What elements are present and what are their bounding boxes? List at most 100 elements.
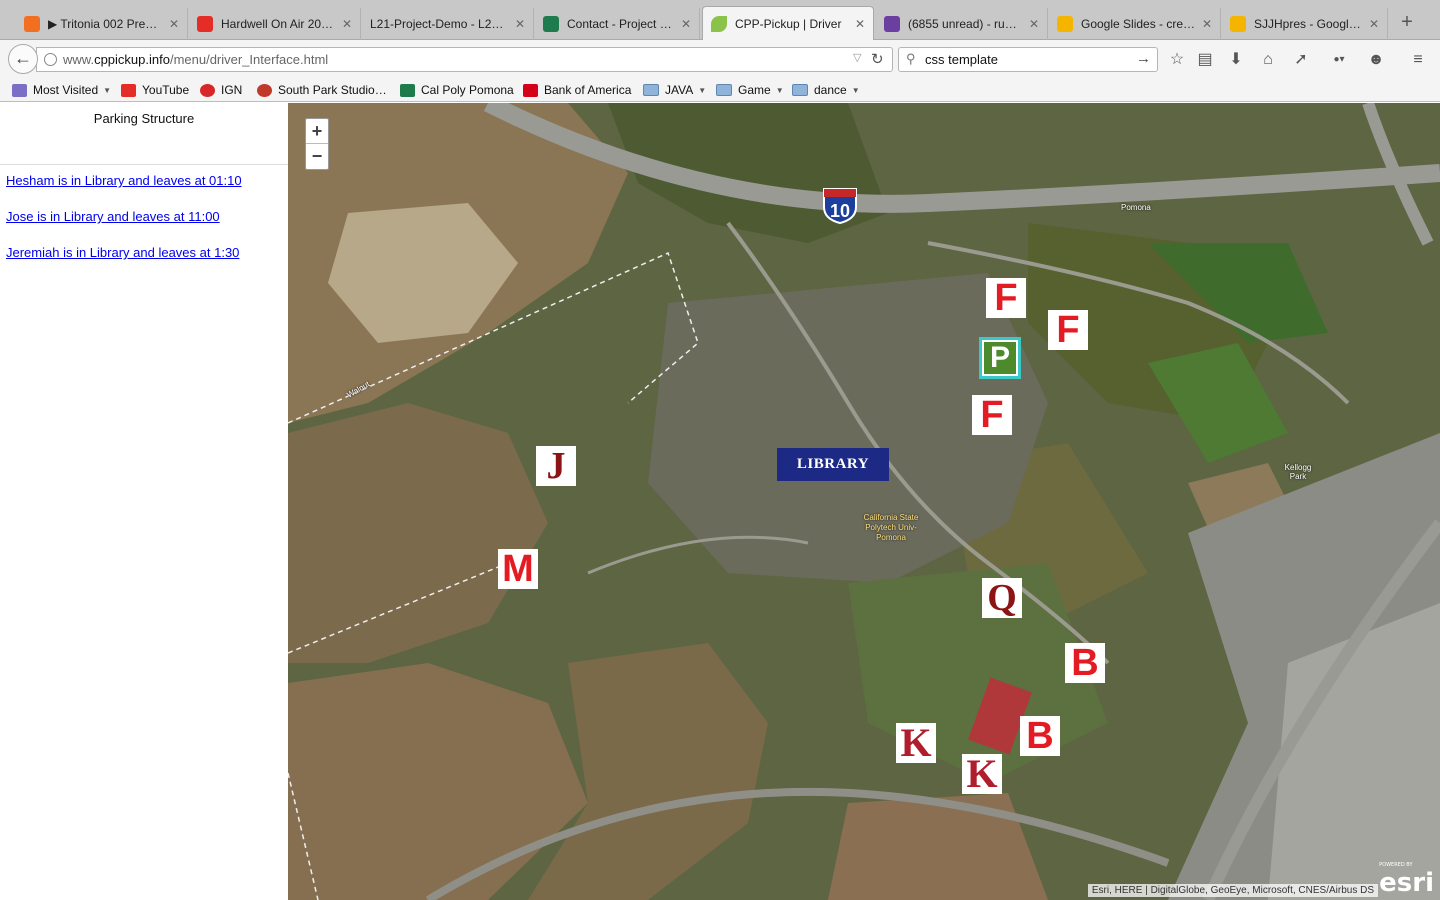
parking-lot-b-marker[interactable]: B xyxy=(1065,643,1105,683)
history-dropdown-icon[interactable]: ▽ xyxy=(853,51,861,64)
browser-tab[interactable]: SJJHpres - Google … ✕ xyxy=(1222,8,1388,40)
close-tab-icon[interactable]: ✕ xyxy=(1029,17,1039,31)
logo-caption: POWERED BY xyxy=(1379,862,1413,868)
close-tab-icon[interactable]: ✕ xyxy=(681,17,691,31)
close-tab-icon[interactable]: ✕ xyxy=(342,17,352,31)
parking-lot-f-marker[interactable]: F xyxy=(986,278,1026,318)
reload-icon[interactable]: ↻ xyxy=(871,50,884,68)
campus-map[interactable]: + − 10 Pomona Walnut Kellogg Park Califo… xyxy=(288,103,1440,900)
zoom-in-button[interactable]: + xyxy=(306,119,328,144)
close-tab-icon[interactable]: ✕ xyxy=(855,17,865,31)
driver-sidebar: Parking Structure Hesham is in Library a… xyxy=(0,103,288,900)
mail-icon xyxy=(884,16,900,32)
menu-icon[interactable]: ≡ xyxy=(1407,49,1429,71)
browser-tab[interactable]: ▶ Tritonia 002 Previ… ✕ xyxy=(16,8,188,40)
close-tab-icon[interactable]: ✕ xyxy=(169,17,179,31)
browser-tab[interactable]: (6855 unread) - rube… ✕ xyxy=(876,8,1048,40)
bookmark-folder-dance[interactable]: dance ▼ xyxy=(792,81,860,99)
parking-lot-f-marker[interactable]: F xyxy=(972,395,1012,435)
bookmark-bank-of-america[interactable]: Bank of America xyxy=(523,81,631,99)
bookmark-label: South Park Studio… xyxy=(278,83,387,97)
tab-label: L21-Project-Demo - L21… xyxy=(370,17,509,31)
close-tab-icon[interactable]: ✕ xyxy=(1369,17,1379,31)
bookmark-folder-game[interactable]: Game ▼ xyxy=(716,81,784,99)
interstate-shield-icon: 10 xyxy=(823,188,857,225)
bookmark-label: JAVA xyxy=(665,83,694,97)
close-tab-icon[interactable]: ✕ xyxy=(515,17,525,31)
bookmark-label: Bank of America xyxy=(544,83,632,97)
bookmarks-toolbar: Most Visited ▼ YouTube IGN South Park Stu… xyxy=(0,78,1440,102)
cal-poly-icon xyxy=(543,16,559,32)
search-bar[interactable]: ⚲ css template → xyxy=(898,47,1158,72)
browser-tab[interactable]: Contact - Project Isis ✕ xyxy=(535,8,700,40)
chevron-down-icon: ▼ xyxy=(851,85,860,95)
search-go-icon[interactable]: → xyxy=(1136,50,1151,67)
browser-tab-active[interactable]: CPP-Pickup | Driver ✕ xyxy=(702,6,874,41)
parking-lot-k-marker[interactable]: K xyxy=(896,723,936,763)
adblock-icon[interactable]: ●▾ xyxy=(1324,49,1354,71)
bookmark-youtube[interactable]: YouTube xyxy=(121,81,189,99)
bookmark-folder-java[interactable]: JAVA ▼ xyxy=(643,81,706,99)
campus-label: California State Polytech Univ-Pomona xyxy=(863,513,919,542)
parking-lot-q-marker[interactable]: Q xyxy=(982,578,1022,618)
parking-lot-m-marker[interactable]: M xyxy=(498,549,538,589)
chevron-down-icon: ▼ xyxy=(103,85,112,95)
parking-lot-f-marker[interactable]: F xyxy=(1048,310,1088,350)
chat-icon[interactable]: ☻ xyxy=(1365,49,1387,71)
divider xyxy=(0,164,288,165)
close-tab-icon[interactable]: ✕ xyxy=(1202,17,1212,31)
tab-label: (6855 unread) - rube… xyxy=(908,17,1023,31)
bookmark-label: dance xyxy=(814,83,847,97)
bookmark-cal-poly[interactable]: Cal Poly Pomona xyxy=(400,81,514,99)
sidebar-title: Parking Structure xyxy=(93,111,195,126)
tab-label: SJJHpres - Google … xyxy=(1254,17,1363,31)
bookmark-ign[interactable]: IGN xyxy=(200,81,242,99)
bookmark-label: Cal Poly Pomona xyxy=(421,83,514,97)
google-slides-icon xyxy=(1230,16,1246,32)
road-label-pomona: Pomona xyxy=(1121,203,1151,212)
tab-label: ▶ Tritonia 002 Previ… xyxy=(48,17,163,31)
library-label[interactable]: LIBRARY xyxy=(777,448,889,481)
chevron-down-icon: ▼ xyxy=(775,85,784,95)
download-icon[interactable]: ⬇ xyxy=(1225,49,1247,71)
back-button[interactable]: ← xyxy=(8,44,38,74)
browser-tab[interactable]: Google Slides - crea… ✕ xyxy=(1049,8,1221,40)
parking-lot-j-marker[interactable]: J xyxy=(536,446,576,486)
globe-icon xyxy=(44,53,57,66)
zoom-control: + − xyxy=(305,118,329,170)
parking-structure-marker[interactable]: P xyxy=(979,337,1021,379)
bookmark-label: YouTube xyxy=(142,83,190,97)
youtube-icon xyxy=(121,83,136,97)
parking-lot-b-marker[interactable]: B xyxy=(1020,716,1060,756)
leaf-icon xyxy=(711,16,727,32)
browser-tab[interactable]: L21-Project-Demo - L21… ✕ xyxy=(362,8,534,40)
url-bar[interactable]: www.cppickup.info/menu/driver_Interface.… xyxy=(36,47,893,72)
browser-tab[interactable]: Hardwell On Air 206… ✕ xyxy=(189,8,361,40)
bookmark-most-visited[interactable]: Most Visited ▼ xyxy=(12,81,111,99)
driver-link-jeremiah[interactable]: Jeremiah is in Library and leaves at 1:3… xyxy=(6,245,239,260)
home-icon[interactable]: ⌂ xyxy=(1257,49,1279,71)
tab-bar: ▶ Tritonia 002 Previ… ✕ Hardwell On Air … xyxy=(0,0,1440,41)
esri-logo-text: esri xyxy=(1379,868,1434,898)
south-park-icon xyxy=(257,83,272,97)
folder-icon xyxy=(716,84,732,96)
tab-label: Hardwell On Air 206… xyxy=(221,17,336,31)
bookmark-south-park[interactable]: South Park Studio… xyxy=(257,81,387,99)
bookmark-label: Game xyxy=(738,83,771,97)
search-query: css template xyxy=(925,52,998,67)
google-slides-icon xyxy=(1057,16,1073,32)
driver-link-jose[interactable]: Jose is in Library and leaves at 11:00 xyxy=(6,209,220,224)
url-text: www.cppickup.info/menu/driver_Interface.… xyxy=(63,52,328,67)
bookmark-star-icon[interactable]: ☆ xyxy=(1166,49,1188,71)
url-path: /menu/driver_Interface.html xyxy=(169,52,329,67)
driver-link-hesham[interactable]: Hesham is in Library and leaves at 01:10 xyxy=(6,173,242,188)
soundcloud-icon xyxy=(24,16,40,32)
zoom-out-button[interactable]: − xyxy=(306,144,328,169)
send-icon[interactable]: ➚ xyxy=(1290,49,1312,71)
esri-logo: POWERED BY esri xyxy=(1379,862,1434,898)
map-attribution: Esri, HERE | DigitalGlobe, GeoEye, Micro… xyxy=(1087,884,1378,897)
new-tab-button[interactable]: + xyxy=(1395,10,1419,34)
reading-list-icon[interactable]: ▤ xyxy=(1194,49,1216,71)
parking-lot-k-marker[interactable]: K xyxy=(962,754,1002,794)
parking-structure-letter: P xyxy=(982,340,1018,376)
